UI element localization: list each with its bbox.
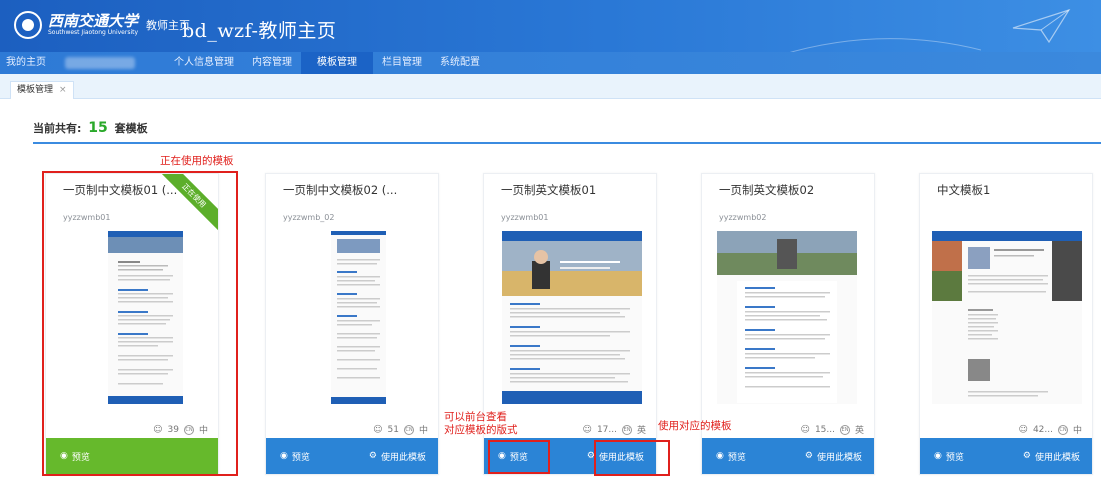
use-template-button[interactable]: ⚙ 使用此模板 (1023, 450, 1080, 463)
use-template-label: 使用此模板 (816, 452, 862, 463)
gear-icon: ⚙ (368, 451, 377, 461)
template-stats: ☺ 15... EN 英 (801, 423, 864, 436)
preview-button[interactable]: ◉ 预览 (716, 450, 746, 463)
logo-text: 西南交通大学 (48, 12, 139, 30)
university-logo[interactable]: 西南交通大学 Southwest Jiaotong University 教师主… (14, 10, 190, 40)
template-card[interactable]: 中文模板1 ☺ 42... CN 中 ◉ 预览 ⚙ 使用此模板 (919, 173, 1093, 475)
template-language: 中 (1072, 426, 1082, 436)
template-thumbnail[interactable] (502, 231, 642, 404)
paper-plane-icon (1012, 8, 1071, 44)
nav-my-homepage[interactable]: 我的主页 (0, 52, 55, 74)
preview-label: 预览 (727, 452, 746, 463)
annotation-use-note: 使用对应的模板 (658, 420, 732, 432)
nav-column-management[interactable]: 栏目管理 (373, 52, 431, 74)
annotation-in-use: 正在使用的模板 (160, 155, 234, 167)
usage-count: 17... (596, 424, 617, 435)
preview-label: 预览 (291, 452, 310, 463)
use-template-label: 使用此模板 (380, 452, 426, 463)
count-number: 15 (88, 120, 108, 136)
template-language: 英 (636, 426, 646, 436)
annotation-preview-line1: 可以前台查看 (444, 411, 507, 423)
tab-template-management[interactable]: 模板管理 × (10, 81, 74, 99)
usage-count: 15... (814, 424, 835, 435)
site-title: bd_wzf-教师主页 (182, 20, 337, 42)
count-suffix: 套模板 (114, 122, 148, 135)
template-count: 当前共有: 15 套模板 (33, 120, 148, 136)
template-code: yyzzwmb01 (501, 213, 549, 222)
template-stats: ☺ 42... CN 中 (1019, 423, 1082, 436)
eye-icon: ◉ (280, 451, 288, 461)
usage-count: 51 (387, 424, 399, 435)
tab-strip: 模板管理 × (0, 74, 1101, 99)
language-icon: EN (839, 424, 850, 435)
app-header: 西南交通大学 Southwest Jiaotong University 教师主… (0, 0, 1101, 56)
card-action-bar: ◉ 预览 ⚙ 使用此模板 (266, 438, 438, 474)
nav-content-management[interactable]: 内容管理 (243, 52, 301, 74)
template-language: 英 (854, 426, 864, 436)
template-thumbnail[interactable] (717, 231, 857, 404)
count-prefix: 当前共有: (33, 122, 82, 135)
eye-icon: ◉ (716, 451, 724, 461)
annotation-box-preview (488, 440, 550, 474)
nav-template-management[interactable]: 模板管理 (301, 52, 373, 74)
card-action-bar: ◉ 预览 ⚙ 使用此模板 (920, 438, 1092, 474)
template-code: yyzzwmb02 (719, 213, 767, 222)
nav-personal-info[interactable]: 个人信息管理 (165, 52, 243, 74)
gear-icon: ⚙ (804, 451, 813, 461)
template-title: 一页制英文模板01 (501, 183, 597, 197)
user-icon: ☺ (373, 424, 383, 435)
nav-system-config[interactable]: 系统配置 (431, 52, 489, 74)
user-icon: ☺ (800, 424, 810, 435)
main-nav: 我的主页 个人信息管理 内容管理 模板管理 栏目管理 系统配置 (0, 52, 1101, 74)
preview-button[interactable]: ◉ 预览 (280, 450, 310, 463)
eye-icon: ◉ (934, 451, 942, 461)
template-language: 中 (418, 426, 428, 436)
redacted-user-name (65, 57, 135, 69)
use-template-button[interactable]: ⚙ 使用此模板 (805, 450, 862, 463)
language-icon: CN (403, 424, 414, 435)
usage-count: 42... (1032, 424, 1053, 435)
tab-label: 模板管理 (17, 85, 54, 95)
language-icon: CN (1057, 424, 1068, 435)
use-template-button[interactable]: ⚙ 使用此模板 (369, 450, 426, 463)
template-stats: ☺ 17... EN 英 (583, 423, 646, 436)
template-title: 一页制中文模板02 (... (283, 183, 398, 197)
annotation-box-use (594, 440, 670, 476)
language-icon: EN (621, 424, 632, 435)
section-divider (33, 142, 1101, 144)
annotation-preview-note: 可以前台查看 对应模板的版式 (444, 411, 518, 437)
preview-label: 预览 (945, 452, 964, 463)
tab-close-icon[interactable]: × (59, 82, 67, 99)
gear-icon: ⚙ (1022, 451, 1031, 461)
logo-subtext: Southwest Jiaotong University (48, 29, 139, 36)
template-thumbnail[interactable] (932, 231, 1082, 404)
annotation-preview-line2: 对应模板的版式 (444, 424, 518, 436)
template-thumbnail[interactable] (331, 231, 386, 404)
use-template-label: 使用此模板 (1034, 452, 1080, 463)
card-action-bar: ◉ 预览 ⚙ 使用此模板 (702, 438, 874, 474)
preview-button[interactable]: ◉ 预览 (934, 450, 964, 463)
user-icon: ☺ (582, 424, 592, 435)
template-title: 一页制英文模板02 (719, 183, 815, 197)
template-stats: ☺ 51 CN 中 (373, 423, 428, 436)
annotation-box-in-use (42, 171, 238, 476)
user-icon: ☺ (1018, 424, 1028, 435)
template-code: yyzzwmb_02 (283, 213, 335, 222)
template-card[interactable]: 一页制中文模板02 (... yyzzwmb_02 ☺ 51 CN 中 ◉ 预览 (265, 173, 439, 475)
university-emblem-icon (14, 11, 42, 39)
template-title: 中文模板1 (937, 183, 991, 197)
